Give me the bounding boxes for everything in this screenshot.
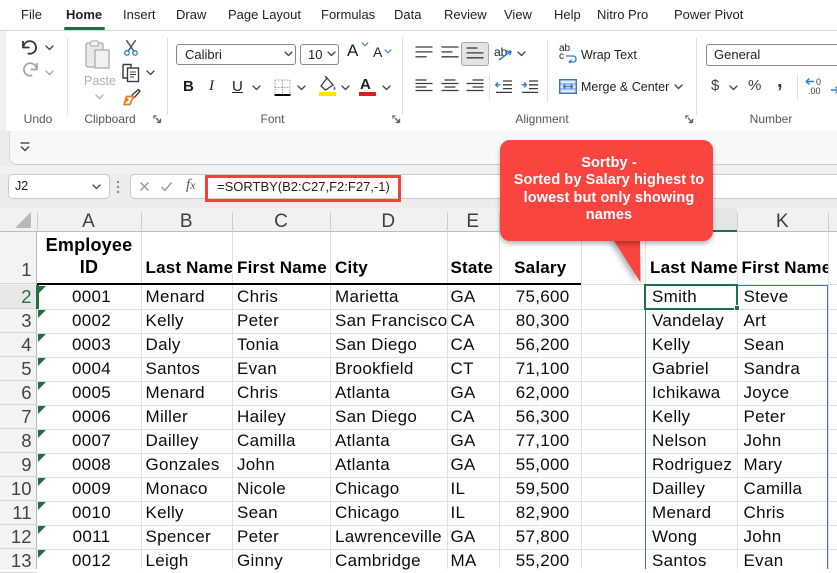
svg-text:.00: .00 (808, 86, 821, 95)
